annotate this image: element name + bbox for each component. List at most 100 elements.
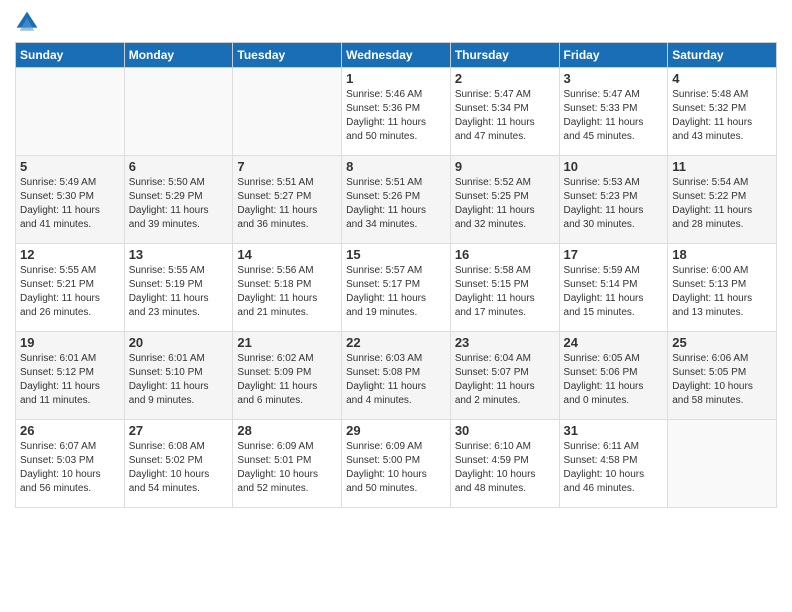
day-info: Sunrise: 6:10 AM Sunset: 4:59 PM Dayligh… (455, 440, 555, 496)
day-info: Sunrise: 5:53 AM Sunset: 5:23 PM Dayligh… (564, 176, 664, 232)
weekday-header-cell: Friday (559, 43, 668, 68)
weekday-header-cell: Tuesday (233, 43, 342, 68)
weekday-header-cell: Thursday (450, 43, 559, 68)
day-info: Sunrise: 6:01 AM Sunset: 5:12 PM Dayligh… (20, 352, 120, 408)
day-number: 24 (564, 335, 664, 350)
day-info: Sunrise: 5:52 AM Sunset: 5:25 PM Dayligh… (455, 176, 555, 232)
day-number: 28 (237, 423, 337, 438)
day-info: Sunrise: 6:03 AM Sunset: 5:08 PM Dayligh… (346, 352, 446, 408)
day-number: 4 (672, 71, 772, 86)
weekday-header-cell: Monday (124, 43, 233, 68)
day-info: Sunrise: 6:06 AM Sunset: 5:05 PM Dayligh… (672, 352, 772, 408)
day-number: 10 (564, 159, 664, 174)
calendar-week-row: 12 Sunrise: 5:55 AM Sunset: 5:21 PM Dayli… (16, 244, 777, 332)
day-info: Sunrise: 6:07 AM Sunset: 5:03 PM Dayligh… (20, 440, 120, 496)
day-info: Sunrise: 5:46 AM Sunset: 5:36 PM Dayligh… (346, 88, 446, 144)
calendar-day-cell: 10 Sunrise: 5:53 AM Sunset: 5:23 PM Dayli… (559, 156, 668, 244)
day-number: 22 (346, 335, 446, 350)
calendar-day-cell: 31 Sunrise: 6:11 AM Sunset: 4:58 PM Dayli… (559, 420, 668, 508)
day-number: 5 (20, 159, 120, 174)
calendar-day-cell: 29 Sunrise: 6:09 AM Sunset: 5:00 PM Dayli… (342, 420, 451, 508)
calendar-day-cell: 13 Sunrise: 5:55 AM Sunset: 5:19 PM Dayli… (124, 244, 233, 332)
calendar-day-cell: 7 Sunrise: 5:51 AM Sunset: 5:27 PM Daylig… (233, 156, 342, 244)
calendar-day-cell: 4 Sunrise: 5:48 AM Sunset: 5:32 PM Daylig… (668, 68, 777, 156)
calendar-day-cell: 16Sunrise: 5:58 AM Sunset: 5:15 PM Dayli… (450, 244, 559, 332)
calendar-day-cell: 1 Sunrise: 5:46 AM Sunset: 5:36 PM Daylig… (342, 68, 451, 156)
day-info: Sunrise: 5:56 AM Sunset: 5:18 PM Dayligh… (237, 264, 337, 320)
day-number: 9 (455, 159, 555, 174)
day-number: 7 (237, 159, 337, 174)
calendar-day-cell: 18 Sunrise: 6:00 AM Sunset: 5:13 PM Dayli… (668, 244, 777, 332)
calendar-week-row: 26 Sunrise: 6:07 AM Sunset: 5:03 PM Dayli… (16, 420, 777, 508)
calendar-week-row: 1 Sunrise: 5:46 AM Sunset: 5:36 PM Daylig… (16, 68, 777, 156)
day-info: Sunrise: 6:02 AM Sunset: 5:09 PM Dayligh… (237, 352, 337, 408)
calendar-day-cell: 26 Sunrise: 6:07 AM Sunset: 5:03 PM Dayli… (16, 420, 125, 508)
calendar-body: 1 Sunrise: 5:46 AM Sunset: 5:36 PM Daylig… (16, 68, 777, 508)
day-info: Sunrise: 5:55 AM Sunset: 5:21 PM Dayligh… (20, 264, 120, 320)
day-number: 17 (564, 247, 664, 262)
weekday-header-row: SundayMondayTuesdayWednesdayThursdayFrid… (16, 43, 777, 68)
day-info: Sunrise: 5:47 AM Sunset: 5:33 PM Dayligh… (564, 88, 664, 144)
day-info: Sunrise: 6:09 AM Sunset: 5:01 PM Dayligh… (237, 440, 337, 496)
day-info: Sunrise: 5:55 AM Sunset: 5:19 PM Dayligh… (129, 264, 229, 320)
header (15, 10, 777, 34)
day-info: Sunrise: 5:51 AM Sunset: 5:27 PM Dayligh… (237, 176, 337, 232)
day-number: 18 (672, 247, 772, 262)
calendar-day-cell: 28 Sunrise: 6:09 AM Sunset: 5:01 PM Dayli… (233, 420, 342, 508)
day-info: Sunrise: 6:05 AM Sunset: 5:06 PM Dayligh… (564, 352, 664, 408)
calendar-day-cell: 3 Sunrise: 5:47 AM Sunset: 5:33 PM Daylig… (559, 68, 668, 156)
calendar-day-cell: 21 Sunrise: 6:02 AM Sunset: 5:09 PM Dayli… (233, 332, 342, 420)
calendar-day-cell: 23 Sunrise: 6:04 AM Sunset: 5:07 PM Dayli… (450, 332, 559, 420)
calendar-day-cell: 25 Sunrise: 6:06 AM Sunset: 5:05 PM Dayli… (668, 332, 777, 420)
day-info: Sunrise: 6:09 AM Sunset: 5:00 PM Dayligh… (346, 440, 446, 496)
day-number: 13 (129, 247, 229, 262)
calendar-day-cell: 27Sunrise: 6:08 AM Sunset: 5:02 PM Dayli… (124, 420, 233, 508)
day-info: Sunrise: 5:57 AM Sunset: 5:17 PM Dayligh… (346, 264, 446, 320)
day-number: 23 (455, 335, 555, 350)
day-number: 3 (564, 71, 664, 86)
day-info: Sunrise: 5:49 AM Sunset: 5:30 PM Dayligh… (20, 176, 120, 232)
calendar-day-cell: 30 Sunrise: 6:10 AM Sunset: 4:59 PM Dayli… (450, 420, 559, 508)
calendar-day-cell (124, 68, 233, 156)
calendar-day-cell: 9 Sunrise: 5:52 AM Sunset: 5:25 PM Daylig… (450, 156, 559, 244)
calendar-day-cell: 15Sunrise: 5:57 AM Sunset: 5:17 PM Dayli… (342, 244, 451, 332)
day-number: 26 (20, 423, 120, 438)
calendar-week-row: 5 Sunrise: 5:49 AM Sunset: 5:30 PM Daylig… (16, 156, 777, 244)
day-number: 6 (129, 159, 229, 174)
calendar-day-cell (16, 68, 125, 156)
day-info: Sunrise: 6:04 AM Sunset: 5:07 PM Dayligh… (455, 352, 555, 408)
day-number: 8 (346, 159, 446, 174)
day-info: Sunrise: 5:50 AM Sunset: 5:29 PM Dayligh… (129, 176, 229, 232)
calendar-day-cell: 24 Sunrise: 6:05 AM Sunset: 5:06 PM Dayli… (559, 332, 668, 420)
day-number: 2 (455, 71, 555, 86)
day-number: 31 (564, 423, 664, 438)
weekday-header-cell: Saturday (668, 43, 777, 68)
day-number: 19 (20, 335, 120, 350)
day-number: 27 (129, 423, 229, 438)
day-info: Sunrise: 5:54 AM Sunset: 5:22 PM Dayligh… (672, 176, 772, 232)
weekday-header-cell: Sunday (16, 43, 125, 68)
day-info: Sunrise: 5:48 AM Sunset: 5:32 PM Dayligh… (672, 88, 772, 144)
calendar-day-cell: 11 Sunrise: 5:54 AM Sunset: 5:22 PM Dayli… (668, 156, 777, 244)
calendar-day-cell: 22 Sunrise: 6:03 AM Sunset: 5:08 PM Dayli… (342, 332, 451, 420)
calendar-day-cell: 6 Sunrise: 5:50 AM Sunset: 5:29 PM Daylig… (124, 156, 233, 244)
day-info: Sunrise: 6:11 AM Sunset: 4:58 PM Dayligh… (564, 440, 664, 496)
calendar-day-cell: 5 Sunrise: 5:49 AM Sunset: 5:30 PM Daylig… (16, 156, 125, 244)
day-number: 25 (672, 335, 772, 350)
day-number: 30 (455, 423, 555, 438)
day-number: 29 (346, 423, 446, 438)
calendar-day-cell (233, 68, 342, 156)
day-info: Sunrise: 5:47 AM Sunset: 5:34 PM Dayligh… (455, 88, 555, 144)
calendar-day-cell: 2 Sunrise: 5:47 AM Sunset: 5:34 PM Daylig… (450, 68, 559, 156)
day-number: 1 (346, 71, 446, 86)
day-number: 11 (672, 159, 772, 174)
day-number: 14 (237, 247, 337, 262)
day-info: Sunrise: 6:00 AM Sunset: 5:13 PM Dayligh… (672, 264, 772, 320)
calendar-table: SundayMondayTuesdayWednesdayThursdayFrid… (15, 42, 777, 508)
calendar-day-cell: 19 Sunrise: 6:01 AM Sunset: 5:12 PM Dayli… (16, 332, 125, 420)
calendar-day-cell: 12 Sunrise: 5:55 AM Sunset: 5:21 PM Dayli… (16, 244, 125, 332)
calendar-day-cell: 20Sunrise: 6:01 AM Sunset: 5:10 PM Dayli… (124, 332, 233, 420)
day-number: 21 (237, 335, 337, 350)
day-info: Sunrise: 5:58 AM Sunset: 5:15 PM Dayligh… (455, 264, 555, 320)
day-number: 12 (20, 247, 120, 262)
